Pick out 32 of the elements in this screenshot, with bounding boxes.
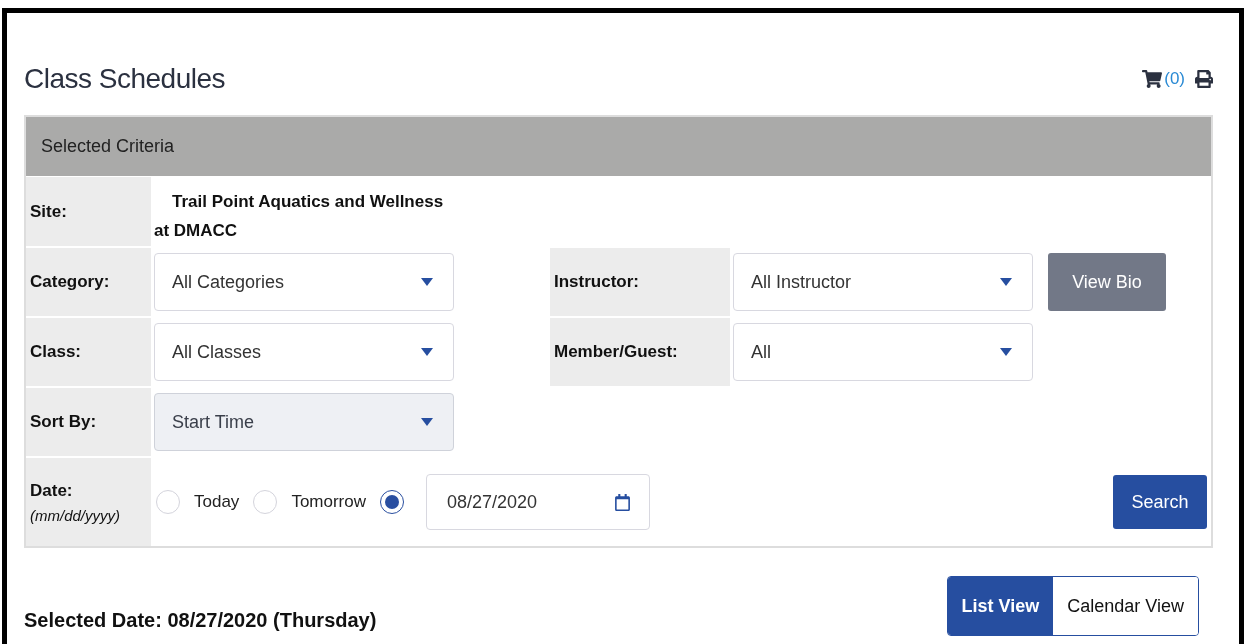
field-label: Member/Guest: — [550, 318, 730, 386]
page-title: Class Schedules — [24, 63, 226, 95]
selected-date: Selected Date: 08/27/2020 (Thursday) — [24, 609, 377, 632]
format-hint: (mm/dd/yyyy) — [30, 506, 121, 524]
search-button[interactable]: Search — [1113, 475, 1207, 529]
cart-count[interactable]: (0) — [1164, 69, 1185, 89]
caret-icon — [421, 348, 433, 356]
caret-icon — [1000, 278, 1012, 286]
radio-button[interactable] — [380, 490, 404, 514]
calendar-icon[interactable] — [614, 493, 631, 511]
field-label: Class: — [26, 318, 151, 386]
radio-label[interactable]: Tomorrow — [291, 492, 366, 512]
dropdown[interactable]: All Categories — [154, 253, 454, 311]
dropdown[interactable]: All — [733, 323, 1033, 381]
panel-header: Selected Criteria — [26, 117, 1211, 176]
view-toggle-button[interactable]: List View — [947, 577, 1054, 635]
date-field[interactable]: 08/27/2020 — [426, 474, 650, 530]
print-icon[interactable] — [1195, 70, 1213, 88]
field-label: Sort By: — [26, 388, 151, 456]
caret-icon — [421, 278, 433, 286]
site-name: Trail Point Aquatics and Wellness at DMACC — [154, 191, 445, 242]
radio-label[interactable]: Today — [194, 492, 240, 512]
caret-icon — [421, 418, 433, 426]
field-label: Date: — [30, 480, 74, 501]
field-label: Site: — [26, 177, 151, 246]
view-bio-button[interactable]: View Bio — [1048, 253, 1166, 311]
dropdown[interactable]: All Instructor — [733, 253, 1033, 311]
cart-icon[interactable] — [1142, 69, 1163, 89]
dropdown[interactable]: All Classes — [154, 323, 454, 381]
caret-icon — [1000, 348, 1012, 356]
field-label: Category: — [26, 248, 151, 316]
field-label: Instructor: — [550, 248, 730, 316]
